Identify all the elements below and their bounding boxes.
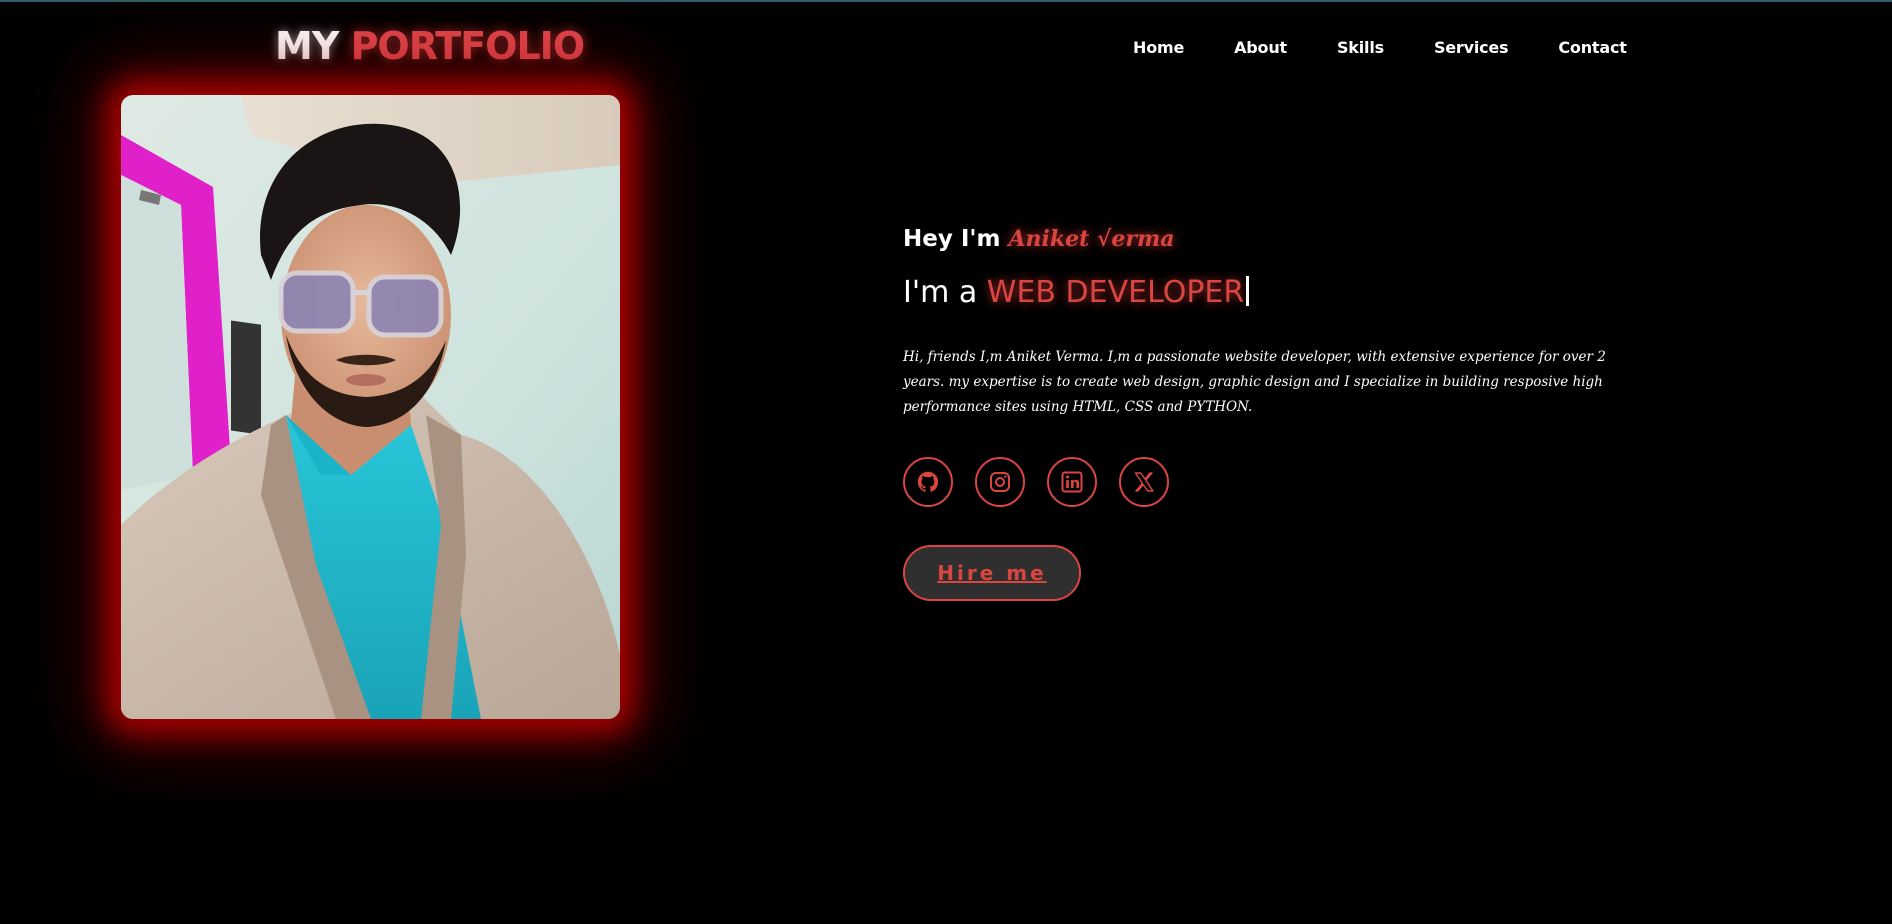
page: MY PORTFOLIO Home About Skills Services … bbox=[0, 0, 1892, 924]
github-link[interactable] bbox=[903, 457, 953, 507]
nav-contact[interactable]: Contact bbox=[1558, 38, 1627, 57]
role-heading: I'm a WEB DEVELOPER bbox=[903, 275, 1250, 310]
nav-services[interactable]: Services bbox=[1434, 38, 1509, 57]
logo-text-red: PORTFOLIO bbox=[350, 24, 586, 68]
role-title: WEB DEVELOPER bbox=[986, 275, 1245, 310]
logo[interactable]: MY PORTFOLIO bbox=[275, 24, 586, 68]
nav-home[interactable]: Home bbox=[1133, 38, 1184, 57]
nav-skills[interactable]: Skills bbox=[1337, 38, 1384, 57]
typing-cursor bbox=[1246, 276, 1250, 306]
greeting-text: Hey I'm bbox=[903, 226, 1001, 252]
instagram-icon bbox=[990, 472, 1010, 492]
greeting: Hey I'm Aniket √erma bbox=[903, 226, 1175, 252]
linkedin-icon bbox=[1061, 471, 1083, 493]
role-prefix: I'm a bbox=[903, 275, 978, 310]
bio-text: Hi, friends I,m Aniket Verma. I,m a pass… bbox=[903, 348, 1606, 415]
logo-text-white: MY bbox=[275, 24, 339, 68]
hero-name: Aniket √erma bbox=[1008, 226, 1175, 252]
main-nav: Home About Skills Services Contact bbox=[1133, 38, 1677, 57]
social-links bbox=[903, 457, 1169, 507]
profile-photo-illustration bbox=[121, 95, 620, 719]
nav-about[interactable]: About bbox=[1234, 38, 1287, 57]
x-link[interactable] bbox=[1119, 457, 1169, 507]
profile-photo bbox=[121, 95, 620, 719]
linkedin-link[interactable] bbox=[1047, 457, 1097, 507]
github-icon bbox=[917, 471, 939, 492]
x-icon bbox=[1134, 472, 1154, 492]
hire-me-button[interactable]: Hire me bbox=[903, 545, 1081, 601]
instagram-link[interactable] bbox=[975, 457, 1025, 507]
